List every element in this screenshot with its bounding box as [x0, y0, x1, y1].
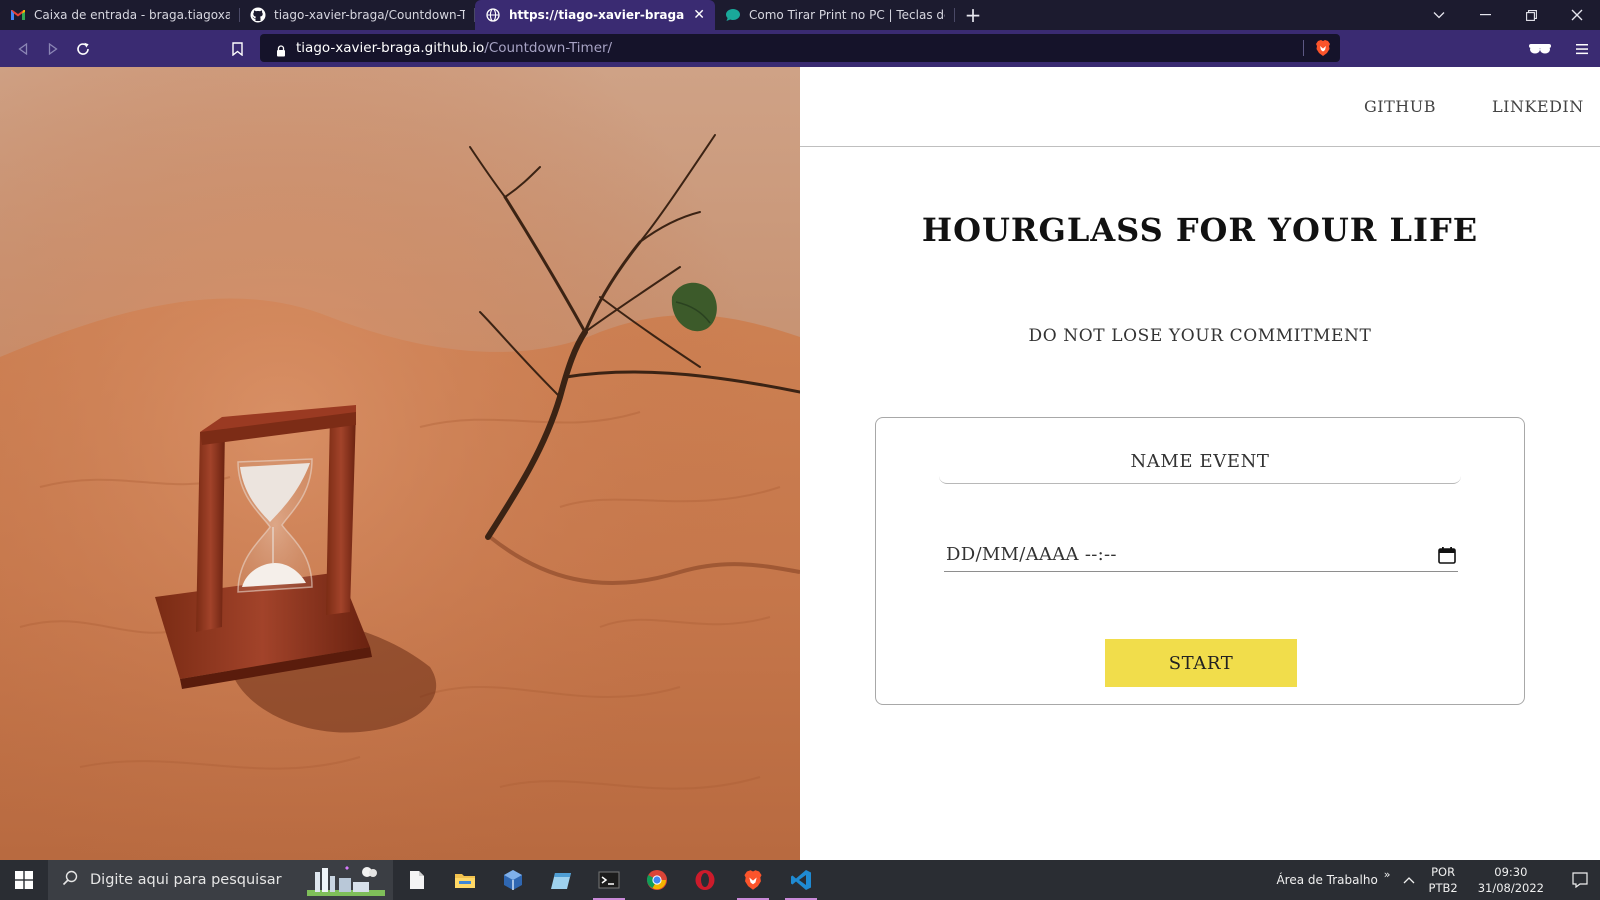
terminal-icon[interactable]	[585, 860, 633, 900]
show-hidden-icons-icon[interactable]	[1403, 873, 1415, 887]
url-text: tiago-xavier-braga.github.io/Countdown-T…	[296, 40, 612, 56]
minimize-icon[interactable]	[1462, 0, 1508, 30]
windows-start-icon[interactable]	[0, 860, 48, 900]
content-panel: GITHUB LINKEDIN HOURGLASS FOR YOUR LIFE …	[800, 67, 1600, 860]
bookmark-icon[interactable]	[222, 34, 252, 64]
toolbar-right	[1516, 30, 1600, 67]
chrome-icon[interactable]	[633, 860, 681, 900]
notifications-icon[interactable]	[1560, 872, 1600, 888]
url-host: tiago-xavier-braga.github.io	[296, 40, 485, 56]
site-header-nav: GITHUB LINKEDIN	[800, 67, 1600, 147]
clock-date: 31/08/2022	[1477, 881, 1544, 895]
page-title: HOURGLASS FOR YOUR LIFE	[921, 211, 1479, 249]
globe-icon	[485, 7, 501, 23]
start-button[interactable]: START	[1105, 639, 1297, 687]
menu-icon[interactable]	[1564, 30, 1600, 67]
window-controls	[1416, 0, 1600, 30]
github-link[interactable]: GITHUB	[1364, 97, 1436, 116]
tab-list-chevron-icon[interactable]	[1416, 0, 1462, 30]
file-icon[interactable]	[393, 860, 441, 900]
brave-icon[interactable]	[729, 860, 777, 900]
event-name-input[interactable]	[939, 440, 1461, 484]
keyboard-layout: PTB2	[1428, 881, 1458, 895]
folder-icon[interactable]	[441, 860, 489, 900]
restore-icon[interactable]	[1508, 0, 1554, 30]
brave-shields-icon[interactable]	[1314, 39, 1332, 57]
date-placeholder: DD/MM/AAAA --:--	[946, 544, 1117, 565]
calendar-icon[interactable]	[1438, 546, 1456, 564]
web-page: GITHUB LINKEDIN HOURGLASS FOR YOUR LIFE …	[0, 67, 1600, 860]
countdown-form-card: DD/MM/AAAA --:-- START	[875, 417, 1525, 705]
back-icon[interactable]	[8, 34, 38, 64]
tab-gmail[interactable]: Caixa de entrada - braga.tiagoxavier@	[0, 0, 240, 30]
tab-countdown-timer[interactable]: https://tiago-xavier-braga.github ✕	[475, 0, 715, 30]
linkedin-link[interactable]: LINKEDIN	[1492, 97, 1584, 116]
reload-icon[interactable]	[68, 34, 98, 64]
tab-label: Como Tirar Print no PC | Teclas de Ata	[749, 8, 945, 22]
tab-label: tiago-xavier-braga/Countdown-Timer	[274, 8, 465, 22]
tab-label: Caixa de entrada - braga.tiagoxavier@	[34, 8, 230, 22]
opera-icon[interactable]	[681, 860, 729, 900]
desktop-toolbar-label[interactable]: Área de Trabalho	[1276, 873, 1377, 887]
browser-tab-strip: Caixa de entrada - braga.tiagoxavier@ ti…	[0, 0, 1600, 30]
address-bar[interactable]: tiago-xavier-braga.github.io/Countdown-T…	[260, 34, 1340, 62]
tab-label: https://tiago-xavier-braga.github	[509, 8, 685, 22]
close-window-icon[interactable]	[1554, 0, 1600, 30]
virtualbox-icon[interactable]	[489, 860, 537, 900]
notepad-icon[interactable]	[537, 860, 585, 900]
chat-bubble-icon	[725, 7, 741, 23]
vscode-icon[interactable]	[777, 860, 825, 900]
taskbar-search-box[interactable]: Digite aqui para pesquisar	[48, 860, 393, 900]
close-tab-icon[interactable]: ✕	[693, 7, 705, 23]
page-subtitle: DO NOT LOSE YOUR COMMITMENT	[1028, 326, 1372, 346]
search-placeholder: Digite aqui para pesquisar	[90, 872, 282, 888]
clock-time: 09:30	[1494, 865, 1528, 879]
language-code: POR	[1431, 865, 1456, 879]
hourglass-hero-image	[0, 67, 800, 860]
forward-icon[interactable]	[38, 34, 68, 64]
lock-icon	[276, 42, 286, 57]
browser-toolbar: tiago-xavier-braga.github.io/Countdown-T…	[0, 30, 1600, 67]
incognito-glasses-icon[interactable]	[1516, 30, 1564, 67]
search-icon	[62, 870, 78, 890]
new-tab-button[interactable]: +	[955, 0, 991, 30]
event-date-input[interactable]: DD/MM/AAAA --:--	[944, 538, 1458, 572]
url-path: /Countdown-Timer/	[484, 40, 613, 56]
city-skyline-widget-icon[interactable]	[305, 864, 387, 896]
tab-print-article[interactable]: Como Tirar Print no PC | Teclas de Ata	[715, 0, 955, 30]
tab-github-repo[interactable]: tiago-xavier-braga/Countdown-Timer	[240, 0, 475, 30]
gmail-icon	[10, 7, 26, 23]
input-language[interactable]: POR PTB2	[1429, 864, 1458, 896]
clock[interactable]: 09:30 31/08/2022	[1478, 864, 1544, 896]
windows-taskbar: Digite aqui para pesquisar Área de Traba…	[0, 860, 1600, 900]
system-tray: Área de Trabalho » POR PTB2 09:30 31/08/…	[1276, 860, 1600, 900]
toolbar-overflow-icon[interactable]: »	[1384, 868, 1391, 881]
github-icon	[250, 7, 266, 23]
address-divider	[1303, 40, 1304, 56]
